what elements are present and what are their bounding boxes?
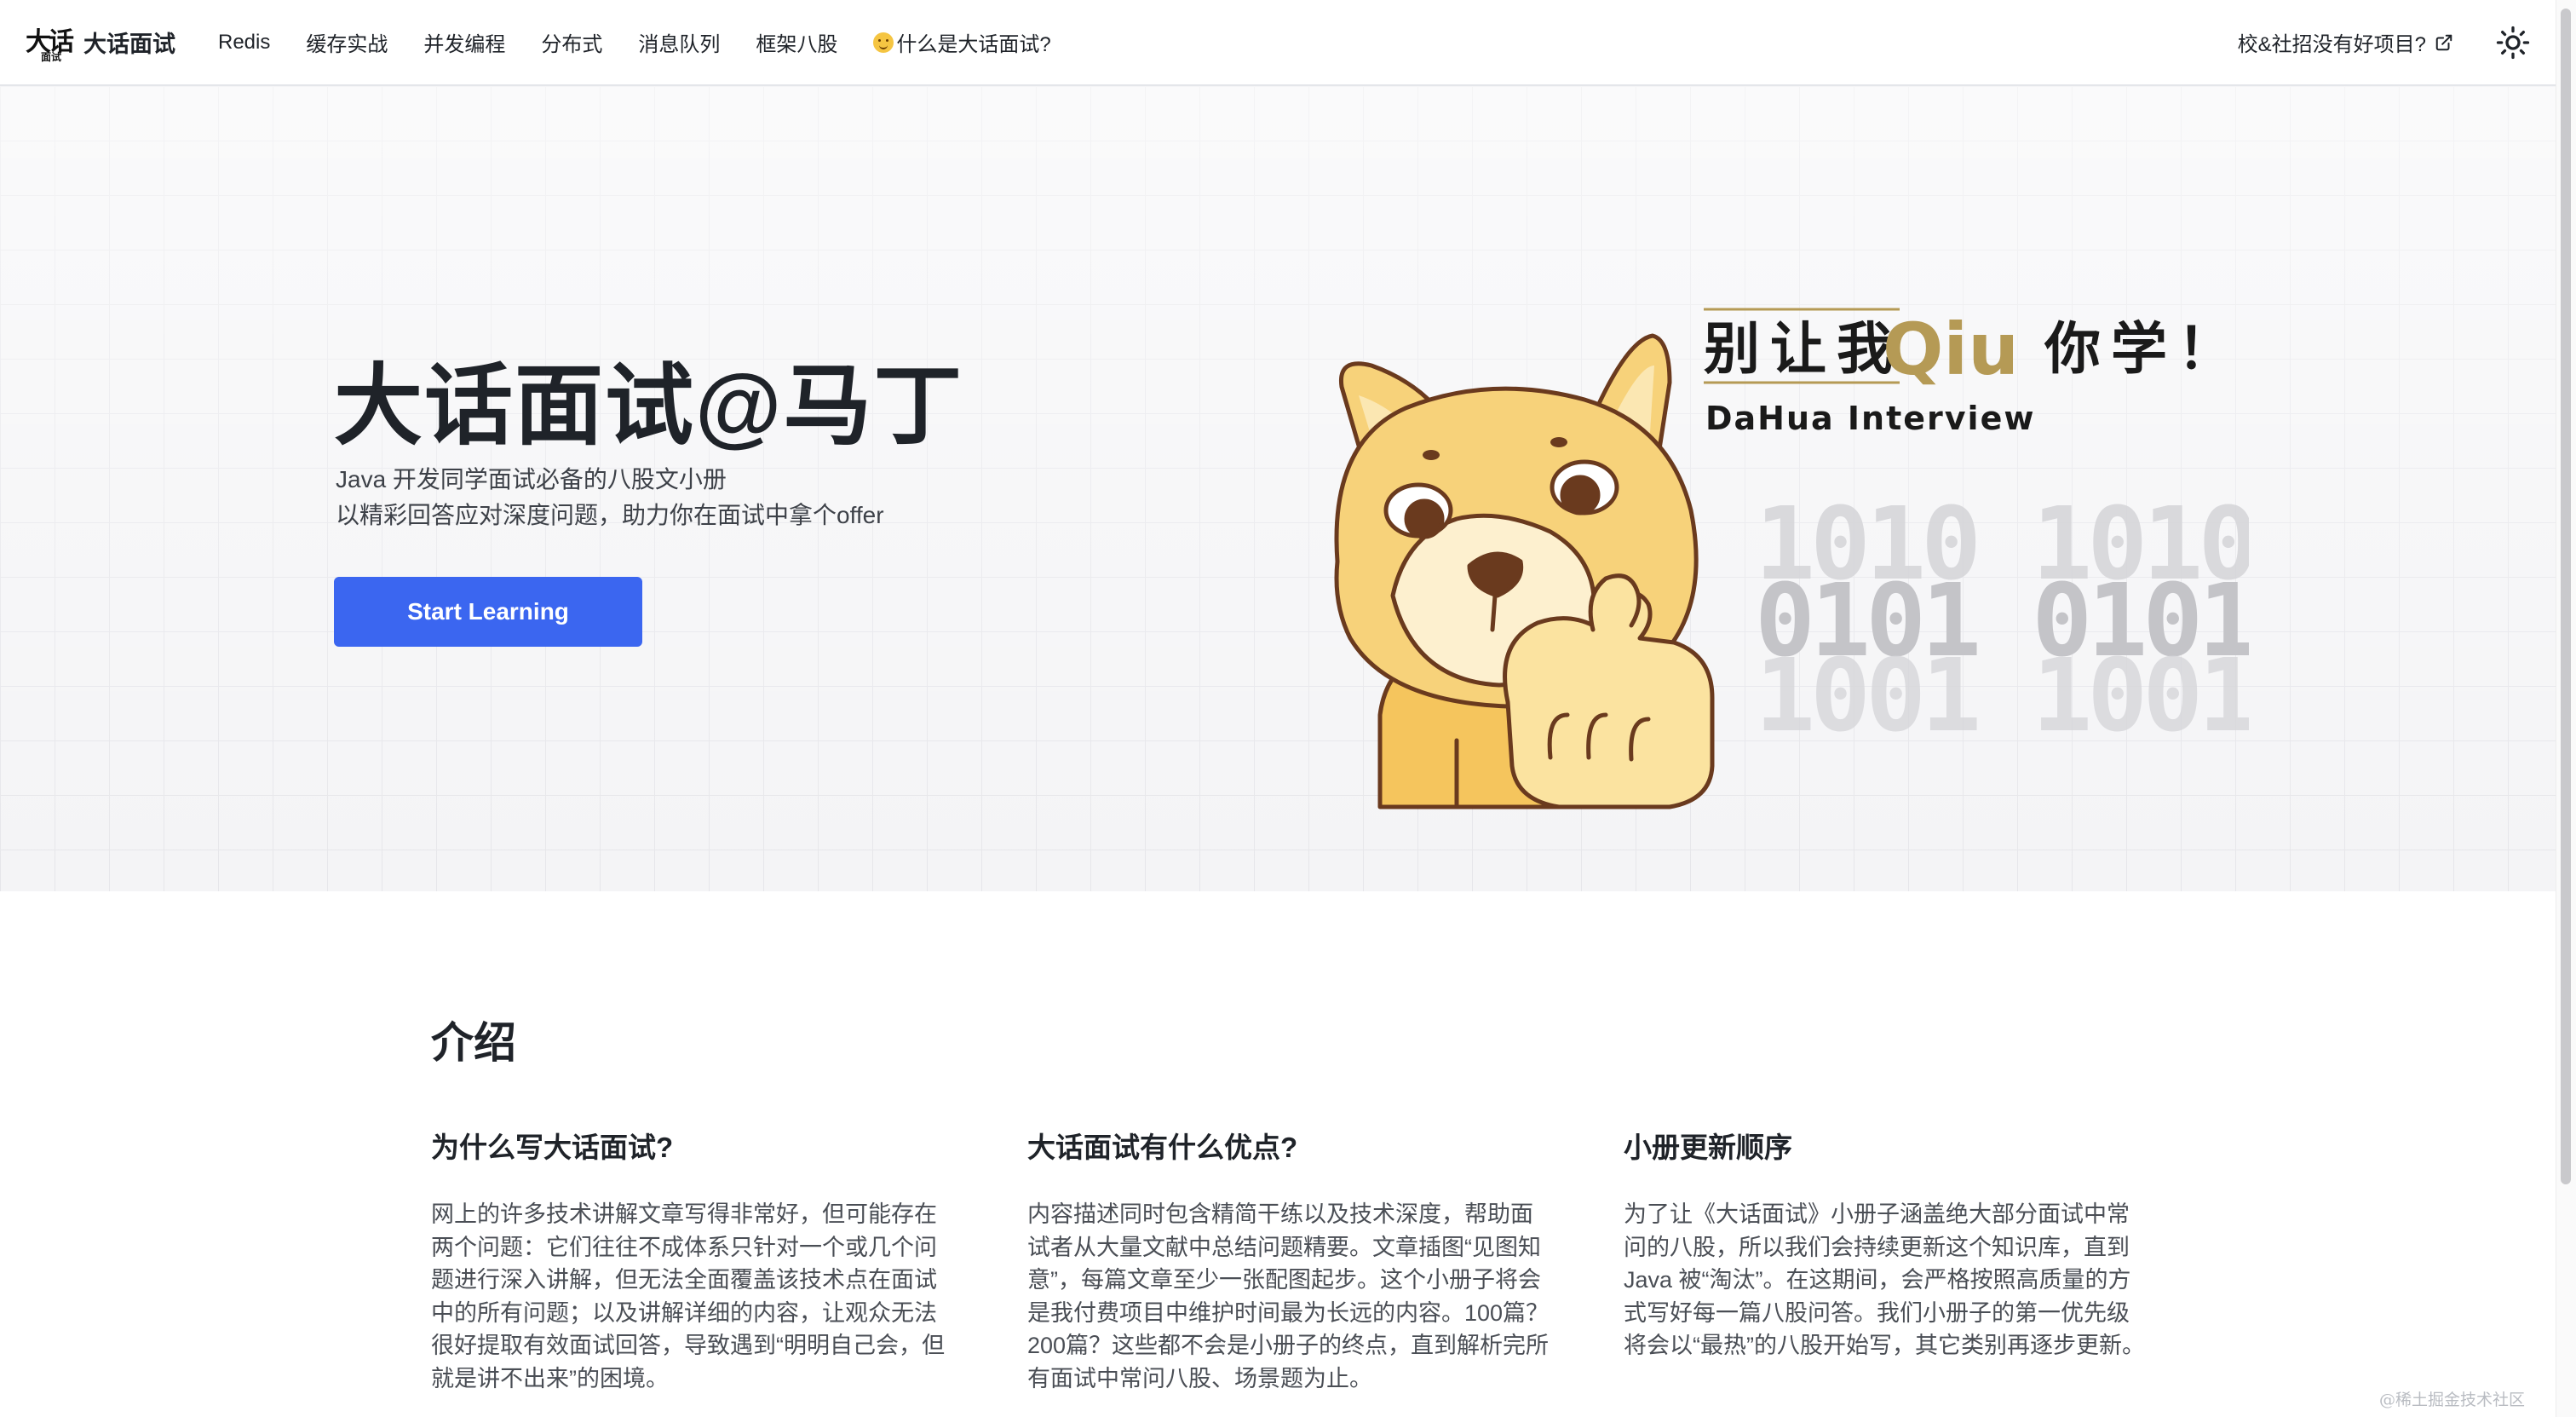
top-navbar: 大话 面试 大话面试 Redis 缓存实战 并发编程 分布式 消息队列 框架八股… <box>0 0 2576 86</box>
scrollbar-thumb[interactable] <box>2561 9 2571 1184</box>
slogan-subtitle: DaHua Interview <box>1705 400 2035 437</box>
feature-card-advantages: 大话面试有什么优点? 内容描述同时包含精简干练以及技术深度，帮助面试者从大量文献… <box>1027 1125 1564 1395</box>
smile-emoji-icon <box>873 32 894 53</box>
hero-title: 大话面试@马丁 <box>334 357 964 456</box>
hero-tagline-2: 以精彩回答应对深度问题，助力你在面试中拿个offer <box>336 502 884 528</box>
binary-row-3: 1001 1001 <box>1755 636 2249 754</box>
nav-link-about[interactable]: 什么是大话面试? <box>873 27 1051 57</box>
binary-digits: 1010 1010 0101 0101 1001 1001 <box>1755 485 2249 754</box>
feature-card-why: 为什么写大话面试? 网上的许多技术讲解文章写得非常好，但可能存在两个问题：它们往… <box>431 1125 968 1395</box>
slogan-part-1: 别让我 <box>1704 316 1903 382</box>
nav-links: Redis 缓存实战 并发编程 分布式 消息队列 框架八股 什么是大话面试? <box>218 27 1087 57</box>
hero-illustration: 1010 1010 0101 0101 1001 1001 别让我 Qiu 你学… <box>1334 308 2249 809</box>
external-link-icon <box>2435 34 2452 50</box>
external-project-link[interactable]: 校&社招没有好项目? <box>2238 27 2453 57</box>
feature-text: 网上的许多技术讲解文章写得非常好，但可能存在两个问题：它们往往不成体系只针对一个… <box>431 1201 945 1391</box>
external-project-link-label: 校&社招没有好项目? <box>2237 33 2426 56</box>
feature-title: 大话面试有什么优点? <box>1027 1132 1298 1163</box>
shiba-mascot <box>1334 333 1715 809</box>
watermark: @稀土掘金技术社区 <box>2378 1391 2525 1409</box>
feature-title: 为什么写大话面试? <box>431 1132 674 1163</box>
brand[interactable]: 大话 面试 大话面试 <box>26 0 218 84</box>
start-learning-button[interactable]: Start Learning <box>334 577 642 647</box>
nav-right: 校&社招没有好项目? <box>2238 24 2550 61</box>
slogan-part-2: 你学！ <box>2044 316 2244 382</box>
nav-link-distributed[interactable]: 分布式 <box>541 27 602 57</box>
sun-icon <box>2496 26 2530 59</box>
feature-text: 内容描述同时包含精简干练以及技术深度，帮助面试者从大量文献中总结问题精要。文章插… <box>1027 1201 1550 1391</box>
nav-link-redis[interactable]: Redis <box>218 31 270 55</box>
slogan-highlight: Qiu <box>1883 308 2019 391</box>
hero-section: 大话面试@马丁 Java 开发同学面试必备的八股文小册 以精彩回答应对深度问题，… <box>0 86 2556 891</box>
theme-toggle-button[interactable] <box>2494 24 2532 61</box>
feature-title: 小册更新顺序 <box>1624 1132 1792 1163</box>
nav-link-cache[interactable]: 缓存实战 <box>306 27 388 57</box>
hero-tagline-1: Java 开发同学面试必备的八股文小册 <box>336 466 727 492</box>
nav-link-about-label: 什么是大话面试? <box>896 33 1051 56</box>
slogan: 别让我 Qiu 你学！ DaHua Interview <box>1704 308 2244 437</box>
brand-logo-subtext: 面试 <box>41 50 62 63</box>
brand-logo[interactable]: 大话 面试 <box>26 20 74 65</box>
feature-text: 为了让《大话面试》小册子涵盖绝大部分面试中常问的八股，所以我们会持续更新这个知识… <box>1624 1201 2145 1358</box>
feature-card-update-order: 小册更新顺序 为了让《大话面试》小册子涵盖绝大部分面试中常问的八股，所以我们会持… <box>1624 1125 2160 1362</box>
nav-link-mq[interactable]: 消息队列 <box>638 27 720 57</box>
brand-title[interactable]: 大话面试 <box>83 26 175 59</box>
intro-section-title: 介绍 <box>431 1019 516 1067</box>
nav-link-concurrency[interactable]: 并发编程 <box>423 27 505 57</box>
nav-link-frameworks[interactable]: 框架八股 <box>756 27 837 57</box>
